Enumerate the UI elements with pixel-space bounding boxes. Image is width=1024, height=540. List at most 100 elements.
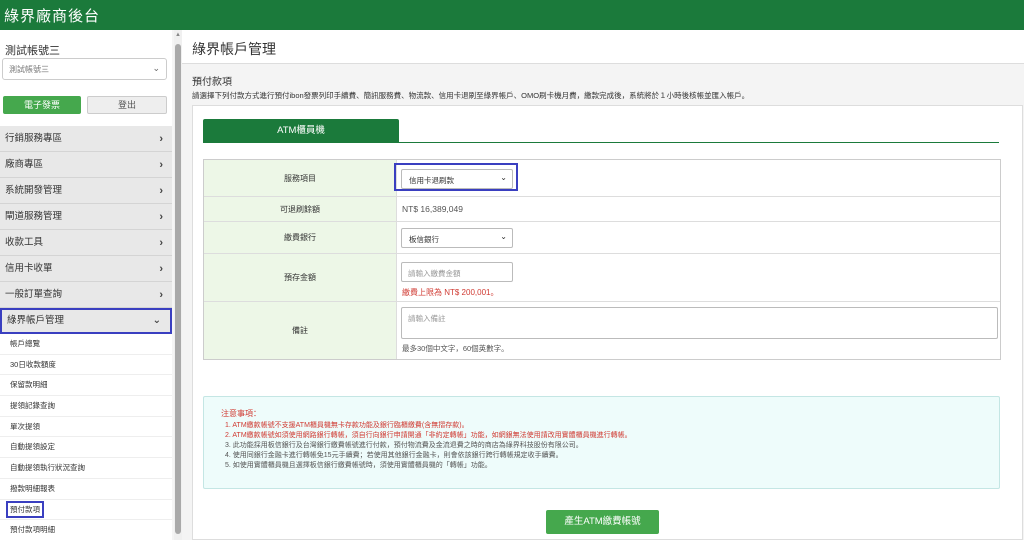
chevron-down-icon: ⌄ — [500, 232, 507, 241]
main-content: 綠界帳戶管理 預付款項 請選擇下列付款方式進行預付ibon發票列印手續費、簡訊服… — [182, 30, 1024, 540]
row-service: 服務項目 信用卡退刷款 ⌄ — [204, 160, 1000, 197]
remark-cell: 請輸入備註 最多30個中文字，60個英數字。 — [397, 302, 1000, 359]
sidebar-item-label: 收款工具 — [5, 237, 44, 248]
submenu-item-label: 帳戶總覽 — [10, 339, 40, 348]
submenu-item-label: 單次提領 — [10, 421, 40, 431]
brand-title: 綠界廠商後台 — [4, 8, 101, 25]
bank-label: 繳費銀行 — [204, 222, 397, 253]
row-bank: 繳費銀行 板信銀行 ⌄ — [204, 222, 1000, 254]
submenu-item-auto-withdraw[interactable]: 自動提領設定 — [0, 437, 172, 459]
submenu-item-auto-withdraw-status[interactable]: 自動提領執行狀況查詢 — [0, 458, 172, 479]
scrollbar-thumb[interactable] — [175, 44, 181, 534]
scroll-up-icon[interactable]: ▲ — [175, 32, 181, 38]
chevron-right-icon: › — [159, 211, 163, 223]
sidebar-item-label: 綠界帳戶管理 — [7, 315, 65, 326]
service-cell: 信用卡退刷款 ⌄ — [394, 160, 1000, 196]
submenu-item-label: 自動提領設定 — [10, 442, 55, 452]
submenu-item-prepayment[interactable]: 預付款項 — [0, 499, 172, 521]
notes-box: 注意事項： 1. ATM繳款帳號不支援ATM櫃員機無卡存款功能及銀行臨櫃繳費(含… — [203, 396, 1000, 489]
note-item: 2. ATM繳款帳號如須使用網路銀行轉帳，須自行向銀行申請開通「非約定轉帳」功能… — [225, 432, 632, 439]
chevron-right-icon: › — [159, 133, 163, 145]
sidebar-item-label: 信用卡收單 — [5, 263, 53, 274]
bank-select[interactable]: 板信銀行 ⌄ — [401, 228, 513, 248]
submenu-item-label: 預付款項 — [6, 500, 44, 518]
chevron-down-icon: ⌄ — [152, 63, 160, 73]
remark-placeholder: 請輸入備註 — [408, 314, 446, 323]
submenu-item-label: 提領記錄查詢 — [10, 401, 55, 411]
notice-text: 請選擇下列付款方式進行預付ibon發票列印手續費、簡訊服務費、物流款、信用卡退刷… — [192, 91, 750, 100]
notes-title: 注意事項： — [221, 409, 261, 418]
submenu-item-label: 撥款明細報表 — [10, 483, 55, 493]
bank-cell: 板信銀行 ⌄ — [397, 222, 1000, 253]
amount-placeholder: 請輸入繳費金額 — [408, 269, 461, 278]
submenu-item-reserve[interactable]: 保留款明細 — [0, 375, 172, 397]
logout-button[interactable]: 登出 — [87, 96, 167, 114]
sidebar-scrollbar[interactable]: ▲ — [174, 30, 182, 540]
chevron-right-icon: › — [159, 289, 163, 301]
chevron-down-icon: ⌄ — [500, 173, 507, 182]
amount-cell: 請輸入繳費金額 繳費上限為 NT$ 200,001。 — [397, 254, 1000, 301]
account-name: 測試帳號三 — [5, 45, 60, 57]
service-label: 服務項目 — [204, 160, 397, 196]
refundable-cell: NT$ 16,389,049 — [397, 197, 1000, 221]
submenu-item-prepayment-detail[interactable]: 預付款項明細 — [0, 520, 172, 540]
amount-label: 預存金額 — [204, 254, 397, 301]
submenu-item-payout-report[interactable]: 撥款明細報表 — [0, 478, 172, 500]
epaper-button[interactable]: 電子發票 — [3, 96, 81, 114]
sidebar-item-merchant[interactable]: 廠商專區 › — [0, 152, 172, 178]
amount-input[interactable]: 請輸入繳費金額 — [401, 262, 513, 282]
tab-atm[interactable]: ATM櫃員機 — [203, 119, 399, 142]
prepayment-panel: ATM櫃員機 服務項目 信用卡退刷款 ⌄ 可退刷餘額 NT$ 16,389,04… — [192, 105, 1023, 540]
service-select-value: 信用卡退刷款 — [409, 176, 454, 185]
submenu-item-withdraw-log[interactable]: 提領記錄查詢 — [0, 396, 172, 417]
row-refundable: 可退刷餘額 NT$ 16,389,049 — [204, 197, 1000, 222]
sidebar-item-system-dev[interactable]: 系統開發管理 › — [0, 178, 172, 204]
note-item: 5. 如使用實體櫃員機且選擇板信銀行繳費帳號時，須使用實體櫃員機的「轉帳」功能。 — [225, 462, 492, 469]
sidebar-item-payment-tools[interactable]: 收款工具 › — [0, 230, 172, 256]
top-bar: 綠界廠商後台 — [0, 0, 1024, 30]
submenu-item-label: 30日收款額度 — [10, 359, 56, 369]
page-title: 綠界帳戶管理 — [192, 41, 276, 57]
sidebar-item-label: 系統開發管理 — [5, 185, 63, 196]
sidebar-item-marketing[interactable]: 行銷服務專區 › — [0, 126, 172, 152]
sidebar-item-account[interactable]: 綠界帳戶管理 ⌄ — [0, 308, 172, 334]
sidebar-item-gateway[interactable]: 閘道服務管理 › — [0, 204, 172, 230]
submenu-item-label: 自動提領執行狀況查詢 — [10, 463, 85, 473]
submenu-item-single-withdraw[interactable]: 單次提領 — [0, 416, 172, 438]
refundable-value: NT$ 16,389,049 — [402, 204, 463, 214]
note-item: 1. ATM繳款帳號不支援ATM櫃員機無卡存款功能及銀行臨櫃繳費(含無摺存款)。 — [225, 422, 469, 429]
generate-atm-account-button[interactable]: 產生ATM繳費帳號 — [546, 510, 659, 534]
submenu-item-overview[interactable]: 帳戶總覽 — [0, 334, 172, 355]
sidebar-item-credit-card[interactable]: 信用卡收單 › — [0, 256, 172, 282]
note-item: 4. 使用同銀行金融卡進行轉帳免15元手續費；若使用其他銀行金融卡，則會依該銀行… — [225, 452, 563, 459]
row-amount: 預存金額 請輸入繳費金額 繳費上限為 NT$ 200,001。 — [204, 254, 1000, 302]
sidebar-item-label: 行銷服務專區 — [5, 133, 63, 144]
service-select[interactable]: 信用卡退刷款 ⌄ — [401, 169, 513, 189]
row-remark: 備註 請輸入備註 最多30個中文字，60個英數字。 — [204, 302, 1000, 359]
account-select-value: 測試帳號三 — [9, 65, 49, 74]
sidebar-item-orders[interactable]: 一般訂單查詢 › — [0, 282, 172, 308]
sidebar-panel: 測試帳號三 測試帳號三 ⌄ 電子發票 登出 行銷服務專區 › 廠商專區 › 系統開發… — [0, 30, 172, 540]
sidebar-item-label: 一般訂單查詢 — [5, 289, 63, 300]
chevron-right-icon: › — [159, 263, 163, 275]
submenu-item-30day-quota[interactable]: 30日收款額度 — [0, 354, 172, 376]
amount-limit-note: 繳費上限為 NT$ 200,001。 — [402, 288, 499, 297]
remark-label: 備註 — [204, 302, 397, 359]
prepayment-form: 服務項目 信用卡退刷款 ⌄ 可退刷餘額 NT$ 16,389,049 繳費銀行 — [203, 159, 1001, 360]
section-title: 預付款項 — [192, 77, 232, 88]
chevron-right-icon: › — [159, 159, 163, 171]
remark-textarea[interactable]: 請輸入備註 — [401, 307, 998, 339]
note-item: 3. 此功能採用板信銀行及台灣銀行繳費帳號進行付款，預付物流費及金流退費之時的商… — [225, 442, 583, 449]
chevron-down-icon: ⌄ — [152, 315, 161, 326]
submenu-item-label: 保留款明細 — [10, 380, 48, 390]
refundable-label: 可退刷餘額 — [204, 197, 397, 221]
page-header: 綠界帳戶管理 — [182, 30, 1024, 64]
sidebar-menu: 行銷服務專區 › 廠商專區 › 系統開發管理 › 閘道服務管理 › 收款工具 › 信用卡收… — [0, 126, 172, 540]
chevron-right-icon: › — [159, 237, 163, 249]
sidebar: 測試帳號三 測試帳號三 ⌄ 電子發票 登出 行銷服務專區 › 廠商專區 › 系統開發… — [0, 30, 182, 540]
bank-select-value: 板信銀行 — [409, 235, 439, 244]
notes-list: 1. ATM繳款帳號不支援ATM櫃員機無卡存款功能及銀行臨櫃繳費(含無摺存款)。… — [225, 421, 632, 471]
account-select[interactable]: 測試帳號三 ⌄ — [2, 58, 167, 80]
tab-underline — [203, 142, 999, 143]
chevron-right-icon: › — [159, 185, 163, 197]
